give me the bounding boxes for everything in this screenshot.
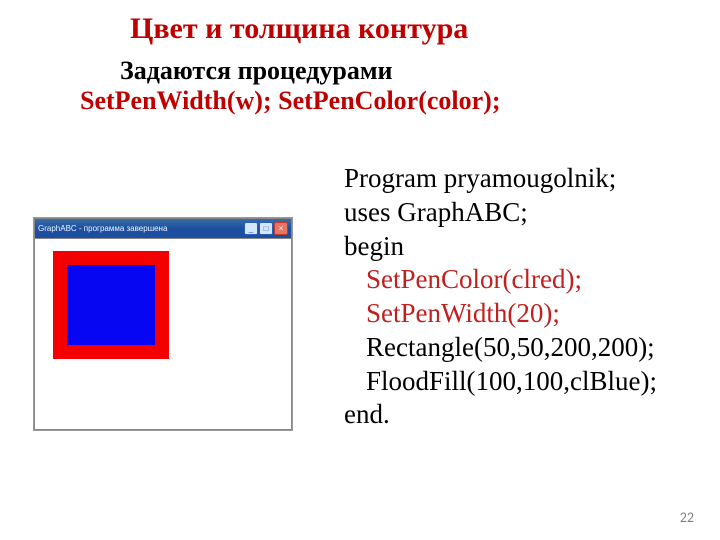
subtitle-line2: SetPenWidth(w); SetPenColor(color);: [80, 86, 500, 116]
code-line-5: SetPenWidth(20);: [366, 297, 657, 331]
window-buttons: _ □ ×: [244, 222, 288, 235]
code-listing: Program pryamougolnik; uses GraphABC; be…: [344, 162, 657, 432]
code-line-7: FloodFill(100,100,clBlue);: [366, 365, 657, 399]
code-line-2: uses GraphABC;: [344, 197, 528, 227]
code-line-3: begin: [344, 231, 404, 261]
window-title-text: GraphABC - программа завершена: [38, 224, 244, 233]
window-client-area: [35, 238, 291, 429]
code-line-1: Program pryamougolnik;: [344, 163, 616, 193]
window-titlebar: GraphABC - программа завершена _ □ ×: [35, 219, 291, 238]
code-line-6: Rectangle(50,50,200,200);: [366, 331, 657, 365]
page-number: 22: [680, 509, 694, 526]
code-line-4: SetPenColor(clred);: [366, 263, 657, 297]
slide-subtitle: Задаются процедурами SetPenWidth(w); Set…: [120, 56, 500, 116]
maximize-icon[interactable]: □: [259, 222, 273, 235]
slide-title: Цвет и толщина контура: [130, 12, 468, 46]
red-rectangle-border: [53, 251, 169, 359]
minimize-icon[interactable]: _: [244, 222, 258, 235]
subtitle-line1: Задаются процедурами: [120, 56, 393, 85]
close-icon[interactable]: ×: [274, 222, 288, 235]
blue-rectangle-fill: [67, 265, 155, 345]
graphabc-window: GraphABC - программа завершена _ □ ×: [34, 218, 292, 430]
code-line-8: end.: [344, 399, 390, 429]
